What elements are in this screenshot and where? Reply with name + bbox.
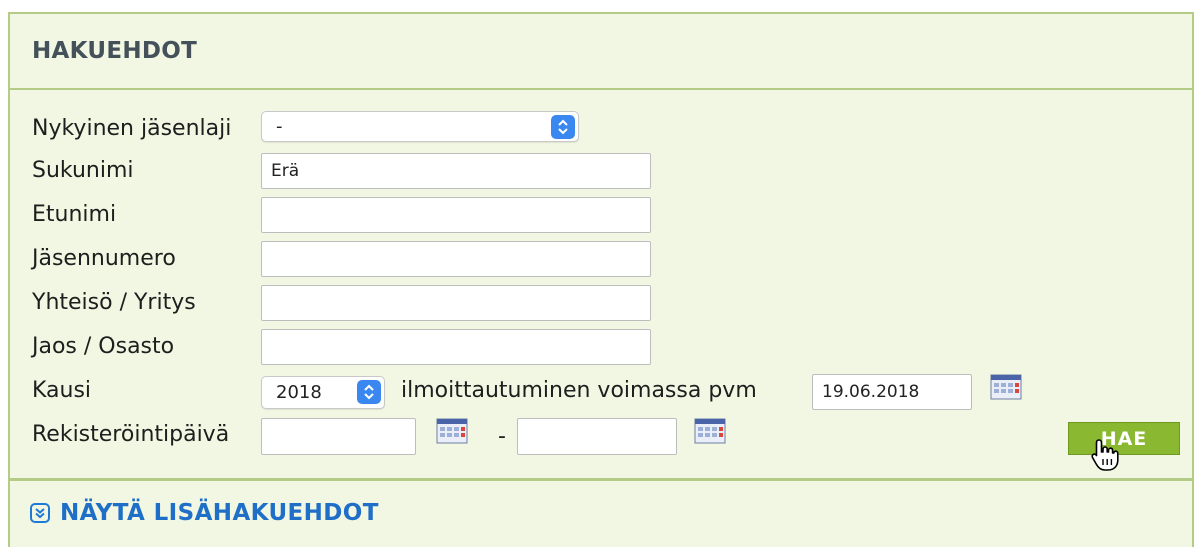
panel-header: HAKUEHDOT bbox=[10, 14, 1192, 90]
jasenlaji-selected-value: - bbox=[276, 116, 283, 137]
search-button[interactable]: HAE bbox=[1068, 422, 1180, 455]
jasenlaji-label: Nykyinen jäsenlaji bbox=[32, 116, 232, 141]
chevron-double-down-icon bbox=[30, 503, 50, 523]
panel-title: HAKUEHDOT bbox=[32, 38, 198, 64]
jasennumero-label: Jäsennumero bbox=[32, 246, 176, 271]
rekisterointi-to-input[interactable] bbox=[517, 418, 677, 455]
show-more-filters-label: NÄYTÄ LISÄHAKUEHDOT bbox=[60, 500, 379, 526]
rekisterointi-from-input[interactable] bbox=[261, 418, 416, 455]
hand-pointer-icon bbox=[1090, 438, 1120, 476]
sukunimi-input[interactable] bbox=[261, 153, 651, 189]
etunimi-label: Etunimi bbox=[32, 202, 117, 227]
select-arrows-icon bbox=[357, 380, 381, 404]
etunimi-input[interactable] bbox=[261, 197, 651, 233]
calendar-icon[interactable] bbox=[990, 374, 1022, 400]
jasenlaji-select[interactable]: - bbox=[261, 111, 579, 142]
select-arrows-icon bbox=[551, 115, 575, 139]
jaos-label: Jaos / Osasto bbox=[32, 334, 175, 359]
panel-divider bbox=[8, 478, 1194, 481]
voimassa-date-label: ilmoittautuminen voimassa pvm bbox=[401, 378, 757, 403]
show-more-filters-link[interactable]: NÄYTÄ LISÄHAKUEHDOT bbox=[30, 500, 379, 526]
calendar-icon[interactable] bbox=[436, 418, 468, 444]
date-range-separator: - bbox=[498, 424, 506, 449]
yhteiso-label: Yhteisö / Yritys bbox=[32, 290, 196, 315]
rekisterointi-label: Rekisteröintipäivä bbox=[32, 422, 230, 447]
kausi-label: Kausi bbox=[32, 378, 92, 403]
jasennumero-input[interactable] bbox=[261, 241, 651, 277]
sukunimi-label: Sukunimi bbox=[32, 158, 134, 183]
kausi-select[interactable]: 2018 bbox=[261, 376, 385, 409]
search-criteria-panel: HAKUEHDOT bbox=[8, 12, 1194, 547]
kausi-selected-value: 2018 bbox=[276, 382, 322, 403]
calendar-icon[interactable] bbox=[694, 418, 726, 444]
jaos-input[interactable] bbox=[261, 329, 651, 365]
yhteiso-input[interactable] bbox=[261, 285, 651, 321]
voimassa-date-input[interactable] bbox=[812, 374, 972, 410]
